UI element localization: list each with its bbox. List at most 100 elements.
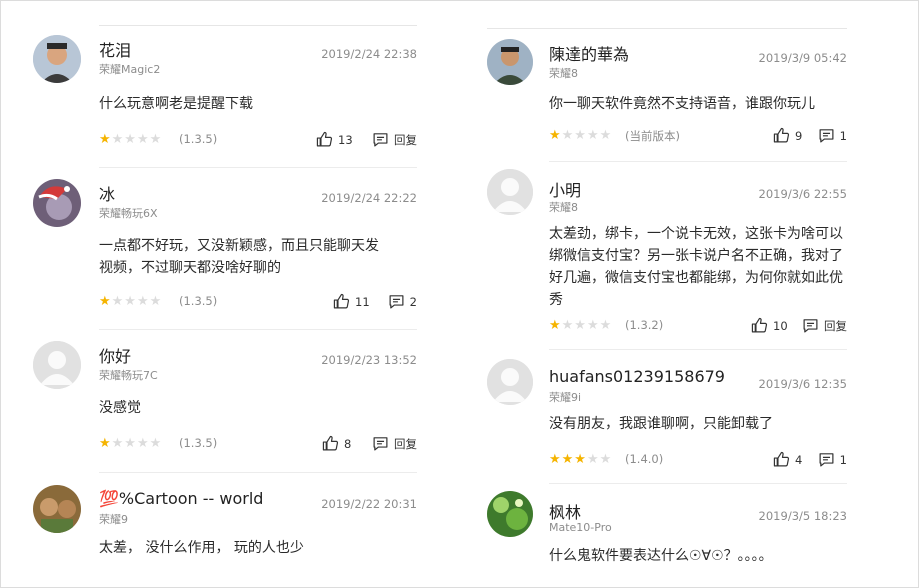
review-text: 什么鬼软件要表达什么☉∀☉？。。。。 — [549, 548, 773, 564]
reply-button[interactable]: 2 — [388, 293, 417, 310]
reviewer-name[interactable]: huafans01239158679 — [549, 367, 725, 386]
divider — [549, 349, 847, 350]
rating-stars: ★★★★★ — [549, 318, 613, 333]
thumbs-up-icon — [751, 317, 768, 333]
like-count: 13 — [338, 132, 353, 147]
like-count: 10 — [773, 318, 788, 333]
review-text: 一点都不好玩，又没新颖感，而且只能聊天发视频，不过聊天都没啥好聊的 — [99, 238, 379, 276]
device-model: 荣耀8 — [549, 201, 578, 214]
rating-stars: ★★★★★ — [549, 452, 613, 467]
review-date: 2019/3/6 12:35 — [758, 377, 847, 391]
review-date: 2019/3/9 05:42 — [758, 51, 847, 65]
reviewer-name[interactable]: 枫林 — [549, 499, 581, 523]
review-meta: ★★★★★ (当前版本) 9 1 — [549, 127, 847, 145]
like-button[interactable]: 4 — [773, 451, 802, 468]
like-button[interactable]: 10 — [751, 317, 788, 334]
comment-icon — [373, 133, 388, 147]
like-button[interactable]: 8 — [322, 435, 351, 452]
review-item: 你好 荣耀畅玩7C 2019/2/23 13:52 没感觉 ★★★★★ (1.3… — [33, 341, 417, 456]
app-version: (1.4.0) — [625, 452, 664, 466]
review-date: 2019/2/22 20:31 — [321, 497, 417, 511]
thumbs-up-icon — [316, 131, 333, 147]
review-text: 太差， 没什么作用， 玩的人也少 — [99, 540, 304, 556]
app-version: (1.3.5) — [179, 436, 218, 450]
review-date: 2019/3/5 18:23 — [758, 509, 847, 523]
reviewer-name[interactable]: 冰 — [99, 181, 115, 205]
reply-label: 回复 — [394, 132, 417, 147]
thumbs-up-icon — [322, 435, 339, 451]
review-text: 没有朋友，我跟谁聊啊，只能卸载了 — [549, 416, 773, 432]
rating-stars: ★★★★★ — [549, 128, 613, 143]
device-model: Mate10-Pro — [549, 521, 612, 534]
device-model: 荣耀9i — [549, 391, 582, 404]
user-avatar[interactable] — [487, 39, 533, 85]
divider — [487, 28, 847, 29]
reply-label: 1 — [839, 128, 847, 143]
app-version: (1.3.2) — [625, 318, 664, 332]
like-button[interactable]: 9 — [773, 127, 802, 144]
app-version: (1.3.5) — [179, 132, 218, 146]
divider — [99, 329, 417, 330]
divider — [549, 483, 847, 484]
divider — [99, 472, 417, 473]
reply-button[interactable]: 回复 — [372, 131, 417, 148]
divider — [99, 25, 417, 26]
reviewer-name[interactable]: 小明 — [549, 177, 581, 201]
review-text: 什么玩意啊老是提醒下载 — [99, 96, 253, 112]
reviewer-name[interactable]: 你好 — [99, 343, 131, 367]
review-item: 小明 荣耀8 2019/3/6 22:55 太差劲，绑卡，一个说卡无效，这张卡为… — [487, 169, 847, 339]
reply-button[interactable]: 1 — [818, 451, 847, 468]
user-avatar[interactable] — [487, 359, 533, 405]
reviewer-name[interactable]: 💯%Cartoon -- world — [99, 489, 263, 508]
like-button[interactable]: 13 — [316, 131, 353, 148]
review-item: 陳達的華為 荣耀8 2019/3/9 05:42 你一聊天软件竟然不支持语音，谁… — [487, 39, 847, 149]
device-model: 荣耀畅玩6X — [99, 207, 158, 220]
device-model: 荣耀畅玩7C — [99, 369, 158, 382]
review-item: 💯%Cartoon -- world 荣耀9 2019/2/22 20:31 太… — [33, 485, 417, 575]
comment-icon — [819, 129, 834, 143]
thumbs-up-icon — [333, 293, 350, 309]
review-date: 2019/2/24 22:38 — [321, 47, 417, 61]
reply-label: 1 — [839, 452, 847, 467]
review-meta: ★★★★★ (1.4.0) 4 1 — [549, 451, 847, 469]
comment-icon — [373, 437, 388, 451]
thumbs-up-icon — [773, 451, 790, 467]
user-avatar[interactable] — [487, 169, 533, 215]
like-count: 11 — [355, 294, 370, 309]
divider — [549, 161, 847, 162]
review-date: 2019/3/6 22:55 — [758, 187, 847, 201]
review-item: 花泪 荣耀Magic2 2019/2/24 22:38 什么玩意啊老是提醒下载 … — [33, 35, 417, 147]
user-avatar[interactable] — [33, 35, 81, 83]
like-button[interactable]: 11 — [333, 293, 370, 310]
review-meta: ★★★★★ (1.3.5) 11 2 — [99, 293, 417, 311]
review-meta: ★★★★★ (1.3.5) 8 回复 — [99, 435, 417, 453]
user-avatar[interactable] — [487, 491, 533, 537]
thumbs-up-icon — [773, 127, 790, 143]
device-model: 荣耀8 — [549, 67, 578, 80]
review-meta: ★★★★★ (1.3.2) 10 回复 — [549, 317, 847, 335]
review-date: 2019/2/23 13:52 — [321, 353, 417, 367]
user-avatar[interactable] — [33, 485, 81, 533]
review-text: 你一聊天软件竟然不支持语音，谁跟你玩儿 — [549, 96, 815, 112]
comment-icon — [389, 295, 404, 309]
app-version: (1.3.5) — [179, 294, 218, 308]
device-model: 荣耀Magic2 — [99, 63, 161, 76]
review-meta: ★★★★★ (1.3.5) 13 回复 — [99, 131, 417, 149]
reviewer-name[interactable]: 花泪 — [99, 37, 131, 61]
reply-button[interactable]: 1 — [818, 127, 847, 144]
reply-button[interactable]: 回复 — [802, 317, 847, 334]
user-avatar[interactable] — [33, 179, 81, 227]
review-text: 太差劲，绑卡，一个说卡无效，这张卡为啥可以绑微信支付宝？另一张卡说户名不正确，我… — [549, 226, 843, 308]
like-count: 4 — [795, 452, 803, 467]
reply-button[interactable]: 回复 — [372, 435, 417, 452]
reply-label: 2 — [409, 294, 417, 309]
reply-label: 回复 — [824, 318, 847, 333]
reviewer-name[interactable]: 陳達的華為 — [549, 41, 629, 65]
rating-stars: ★★★★★ — [99, 132, 163, 147]
device-model: 荣耀9 — [99, 513, 128, 526]
review-item: 冰 荣耀畅玩6X 2019/2/24 22:22 一点都不好玩，又没新颖感，而且… — [33, 179, 417, 311]
like-count: 8 — [344, 436, 352, 451]
rating-stars: ★★★★★ — [99, 294, 163, 309]
review-text: 没感觉 — [99, 400, 141, 416]
user-avatar[interactable] — [33, 341, 81, 389]
